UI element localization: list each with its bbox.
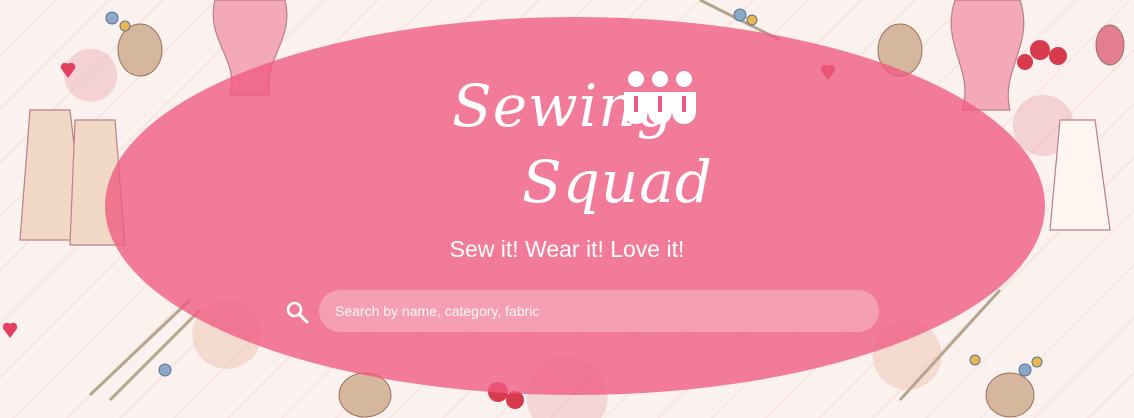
team-icon bbox=[624, 71, 696, 124]
search-icon[interactable] bbox=[285, 300, 309, 324]
sewing-squad-logo[interactable]: Sewing Squad bbox=[440, 62, 720, 227]
tagline: Sew it! Wear it! Love it! bbox=[449, 236, 685, 262]
search-input[interactable] bbox=[319, 290, 879, 332]
logo-word-squad: Squad bbox=[522, 148, 713, 216]
